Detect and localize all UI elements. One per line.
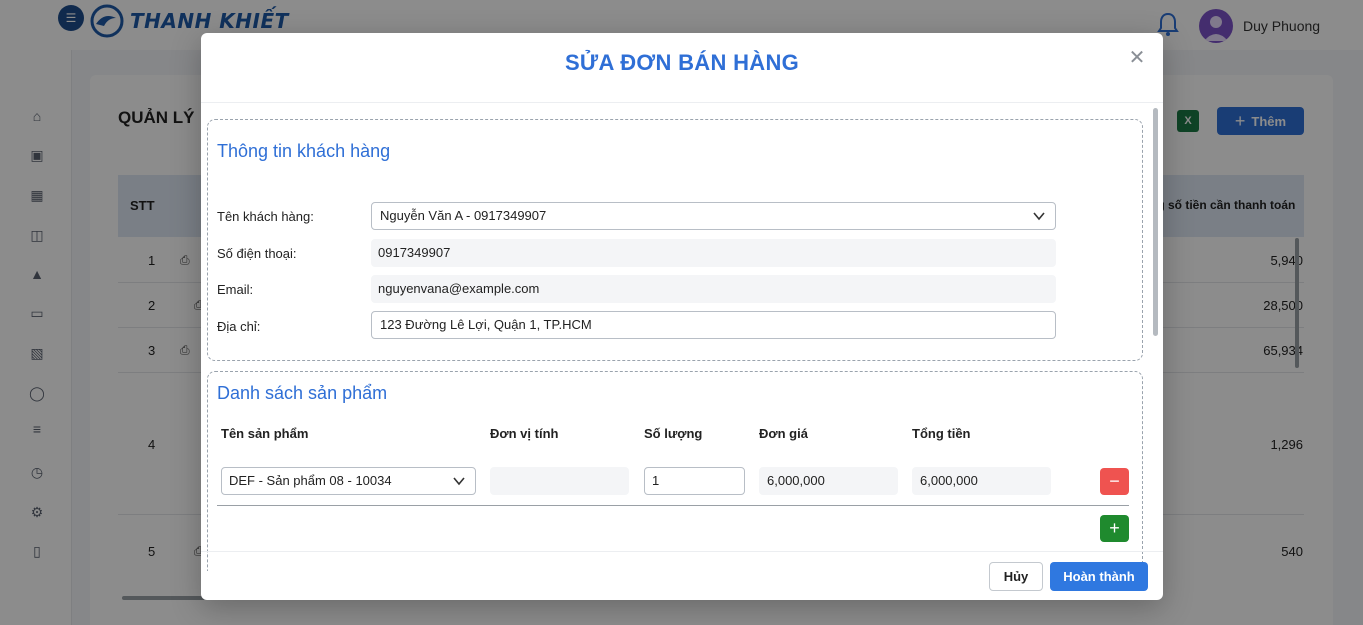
- email-field: nguyenvana@example.com: [371, 275, 1056, 303]
- cancel-button[interactable]: Hủy: [989, 562, 1043, 591]
- phone-label: Số điện thoại:: [217, 246, 297, 261]
- column-header-unit: Đơn vị tính: [490, 426, 559, 441]
- close-icon[interactable]: ✕: [1127, 48, 1147, 68]
- product-section-title: Danh sách sản phẩm: [217, 383, 388, 403]
- phone-field: 0917349907: [371, 239, 1056, 267]
- chevron-down-icon: [1033, 212, 1045, 221]
- address-input[interactable]: 123 Đường Lê Lợi, Quận 1, TP.HCM: [371, 311, 1056, 339]
- customer-select-value: Nguyễn Văn A - 0917349907: [380, 208, 547, 223]
- email-label: Email:: [217, 282, 254, 297]
- modal-title: SỬA ĐƠN BÁN HÀNG: [564, 50, 800, 75]
- chevron-down-icon: [453, 477, 465, 486]
- edit-sales-order-modal: SỬA ĐƠN BÁN HÀNG ✕ Thông tin khách hàng …: [201, 33, 1163, 600]
- product-row-divider: [217, 505, 1129, 506]
- minus-icon: −: [1109, 471, 1120, 491]
- column-header-product: Tên sản phẩm: [221, 426, 309, 441]
- price-field: 6,000,000: [759, 467, 898, 495]
- plus-icon: +: [1109, 518, 1120, 538]
- line-total-field: 6,000,000: [912, 467, 1051, 495]
- modal-scrollbar[interactable]: [1153, 108, 1158, 336]
- complete-button[interactable]: Hoàn thành: [1050, 562, 1148, 591]
- customer-section-title: Thông tin khách hàng: [217, 141, 391, 161]
- footer-divider: [201, 551, 1163, 552]
- address-label: Địa chỉ:: [217, 319, 261, 334]
- unit-field: [490, 467, 629, 495]
- remove-product-button[interactable]: −: [1100, 468, 1129, 495]
- column-header-price: Đơn giá: [759, 426, 808, 441]
- quantity-input[interactable]: 1: [644, 467, 745, 495]
- column-header-total: Tổng tiền: [912, 426, 971, 441]
- column-header-quantity: Số lượng: [644, 426, 703, 441]
- product-select[interactable]: DEF - Sản phẩm 08 - 10034: [221, 467, 476, 495]
- header-divider: [201, 102, 1163, 103]
- customer-name-label: Tên khách hàng:: [217, 209, 314, 224]
- add-product-button[interactable]: +: [1100, 515, 1129, 542]
- customer-select[interactable]: Nguyễn Văn A - 0917349907: [371, 202, 1056, 230]
- product-select-value: DEF - Sản phẩm 08 - 10034: [229, 473, 392, 488]
